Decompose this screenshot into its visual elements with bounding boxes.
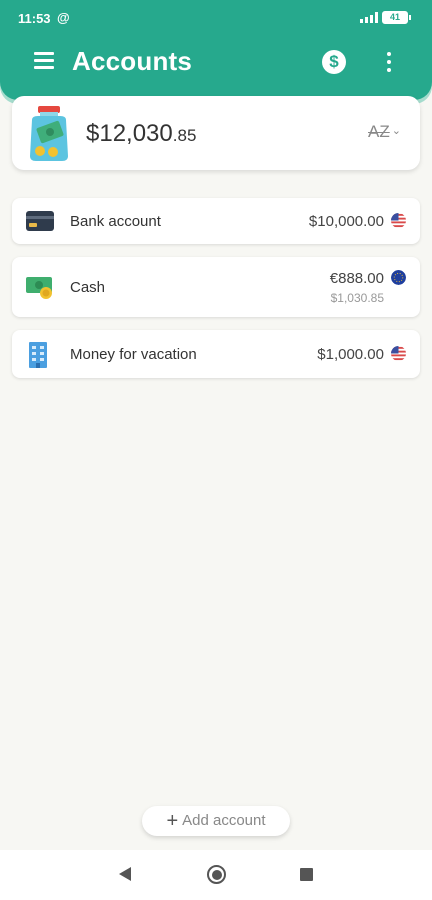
- notification-at-icon: @: [57, 10, 70, 25]
- account-row-vacation[interactable]: Money for vacation $1,000.00: [12, 330, 420, 378]
- account-row-cash[interactable]: Cash €888.00 $1,030.85: [12, 257, 420, 317]
- account-name: Money for vacation: [70, 346, 197, 363]
- account-amount: $10,000.00: [308, 213, 384, 230]
- signal-icon: [360, 12, 378, 23]
- app-bar: 11:53 @ 41 Accounts $: [0, 0, 432, 100]
- system-nav-bar: [0, 850, 432, 900]
- account-amount: €888.00: [329, 270, 384, 287]
- money-jar-icon: [30, 106, 68, 161]
- bank-card-icon: [26, 211, 54, 231]
- total-balance-cents: .85: [172, 126, 197, 145]
- add-account-label: Add account: [182, 812, 266, 829]
- account-converted-amount: $1,030.85: [330, 291, 384, 305]
- account-name: Cash: [70, 279, 106, 296]
- us-flag-icon: [391, 346, 406, 361]
- account-row-bank[interactable]: Bank account $10,000.00: [12, 198, 420, 244]
- account-amount: $1,000.00: [317, 346, 384, 363]
- back-icon[interactable]: [119, 867, 131, 881]
- status-bar: 11:53 @ 41: [0, 0, 432, 36]
- building-icon: [29, 342, 47, 368]
- total-balance: $12,030.85: [86, 120, 196, 148]
- more-options-icon[interactable]: [385, 52, 393, 72]
- page-title: Accounts: [72, 46, 193, 76]
- chevron-down-icon: ⌄: [391, 125, 401, 137]
- currency-dollar-icon[interactable]: $: [322, 50, 346, 74]
- sort-label: AZ: [368, 122, 390, 141]
- recent-apps-icon[interactable]: [300, 868, 313, 881]
- add-account-button[interactable]: + Add account: [142, 806, 290, 836]
- status-time: 11:53: [18, 11, 51, 26]
- total-balance-card: $12,030.85 AZ ⌄: [12, 96, 420, 170]
- account-name: Bank account: [70, 213, 161, 230]
- battery-icon: 41: [382, 11, 411, 24]
- eu-flag-icon: [391, 270, 406, 285]
- home-icon[interactable]: [207, 865, 226, 884]
- cash-icon: [26, 277, 52, 299]
- us-flag-icon: [391, 213, 406, 228]
- hamburger-menu-icon[interactable]: [34, 52, 54, 70]
- plus-icon: +: [166, 810, 179, 832]
- sort-alphabetical-icon[interactable]: AZ ⌄: [368, 122, 401, 142]
- total-balance-main: $12,030: [86, 120, 173, 147]
